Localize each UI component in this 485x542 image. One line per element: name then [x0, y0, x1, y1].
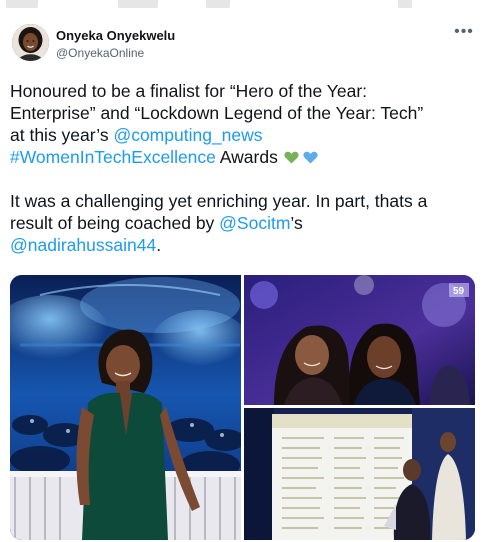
- author-name[interactable]: Onyeka Onyekwelu: [56, 28, 175, 43]
- tweet-line-5: It was a challenging yet enriching year.…: [10, 191, 428, 211]
- tweet-line-6-text: result of being coached by: [10, 213, 220, 233]
- green-heart-icon: [284, 151, 299, 164]
- avatar[interactable]: [12, 24, 49, 61]
- tweet-line-3-text: at this year’s: [10, 125, 114, 145]
- two-women-selfie[interactable]: 59: [244, 275, 475, 405]
- mention-nadira[interactable]: @nadirahussain44: [10, 235, 156, 255]
- media-grid: 59: [10, 275, 475, 540]
- hashtag-women-in-tech[interactable]: #WomenInTechExcellence: [10, 147, 216, 167]
- tweet-line-1: Honoured to be a finalist for “Hero of t…: [10, 81, 368, 101]
- tweet-line-2: Enterprise” and “Lockdown Legend of the …: [10, 103, 424, 123]
- blue-heart-icon: [303, 151, 318, 164]
- tweet-line-4: #WomenInTechExcellence Awards: [10, 146, 480, 168]
- author-handle[interactable]: @OnyekaOnline: [56, 46, 144, 60]
- tweet-text: Honoured to be a finalist for “Hero of t…: [10, 80, 480, 256]
- mention-computing-news[interactable]: @computing_news: [113, 125, 262, 145]
- tweet-line-4-text: Awards: [215, 147, 278, 167]
- awards-gala-portrait[interactable]: [10, 275, 241, 540]
- tweet-line-6: result of being coached by @Socitm’s: [10, 212, 480, 234]
- finalist-board-photo[interactable]: [244, 408, 475, 540]
- avatar-photo: [12, 24, 49, 61]
- more-dots-icon[interactable]: •••: [452, 24, 476, 42]
- mention-socitm[interactable]: @Socitm: [219, 213, 290, 233]
- tweet-line-7-suffix: .: [156, 235, 162, 255]
- photo-badge-number: 59: [453, 286, 465, 297]
- top-cropped-strip: [0, 0, 485, 14]
- tweet-line-7: @nadirahussain44.: [10, 234, 480, 256]
- tweet-line-6-suffix: ’s: [290, 213, 303, 233]
- tweet-line-3: at this year’s @computing_news: [10, 124, 480, 146]
